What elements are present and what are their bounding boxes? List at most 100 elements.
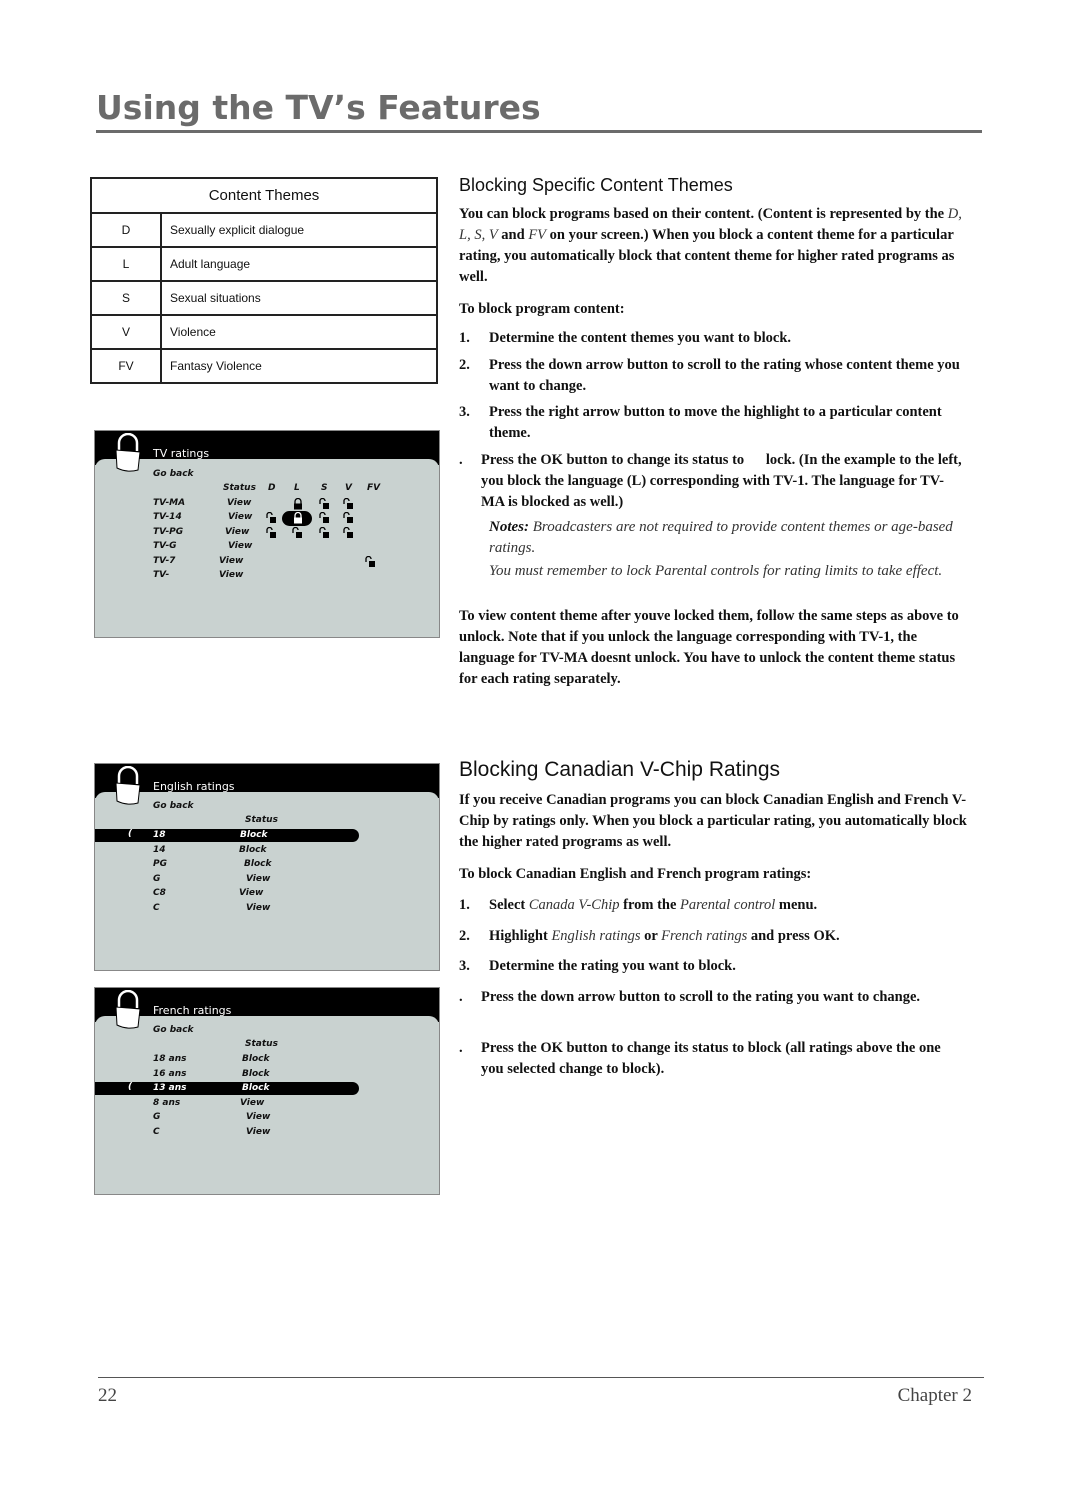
- status-header: Status: [245, 815, 278, 825]
- locked-icon[interactable]: [292, 497, 304, 510]
- unlocked-icon[interactable]: [343, 497, 355, 510]
- rating-label[interactable]: C: [153, 1127, 160, 1137]
- rating-status[interactable]: Block: [240, 830, 267, 840]
- unlocked-icon[interactable]: [319, 497, 331, 510]
- rating-label[interactable]: TV-PG: [153, 527, 183, 537]
- theme-description: Sexual situations: [160, 280, 438, 316]
- rating-status[interactable]: View: [228, 512, 252, 522]
- step-item: . Press the OK button to change its statu…: [459, 450, 964, 513]
- section-intro: You can block programs based on their co…: [459, 204, 964, 288]
- rating-status[interactable]: Block: [242, 1069, 269, 1079]
- page-title: Using the TV’s Features: [96, 88, 541, 127]
- rating-status[interactable]: View: [225, 527, 249, 537]
- step-text: Press the OK button to change its status…: [481, 1040, 941, 1077]
- column-header: Status: [223, 483, 256, 493]
- section-canadian-vchip: Blocking Canadian V-Chip Ratings If you …: [459, 758, 967, 885]
- column-header: S: [321, 483, 328, 493]
- table-heading: Content Themes: [90, 177, 438, 214]
- rating-label[interactable]: TV-G: [153, 541, 177, 551]
- unlocked-icon[interactable]: [319, 526, 331, 539]
- rating-status[interactable]: Block: [242, 1054, 269, 1064]
- status-header: Status: [245, 1039, 278, 1049]
- chapter-label: Chapter 2: [897, 1385, 972, 1406]
- theme-description: Sexually explicit dialogue: [160, 212, 438, 248]
- rating-status[interactable]: Block: [242, 1083, 269, 1093]
- rating-status[interactable]: View: [240, 1098, 264, 1108]
- rating-label[interactable]: TV-7: [153, 556, 175, 566]
- step-text: Determine the rating you want to block.: [489, 958, 736, 974]
- rating-label[interactable]: 18 ans: [153, 1054, 187, 1064]
- rating-label[interactable]: TV-14: [153, 512, 182, 522]
- instruction-lead: To block program content:: [459, 301, 625, 317]
- rating-label[interactable]: G: [153, 874, 160, 884]
- step-item: . Press the down arrow button to scroll t…: [459, 987, 964, 1008]
- rating-status[interactable]: View: [239, 888, 263, 898]
- go-back-item[interactable]: Go back: [153, 469, 194, 479]
- table-row: L Adult language: [90, 246, 438, 282]
- section-intro: If you receive Canadian programs you can…: [459, 792, 967, 850]
- screen-body: [95, 459, 439, 637]
- go-back-item[interactable]: Go back: [153, 801, 194, 811]
- unlocked-icon[interactable]: [343, 526, 355, 539]
- tv-ratings-screen: TV ratings Go back Status D L S V FV TV-MA View…: [94, 430, 440, 638]
- step-number: .: [459, 452, 463, 468]
- column-header: FV: [367, 483, 381, 493]
- rating-status[interactable]: View: [246, 1127, 270, 1137]
- rating-status[interactable]: View: [227, 498, 251, 508]
- step-item: 2. Press the down arrow button to scroll …: [459, 355, 964, 397]
- padlock-icon: [115, 990, 141, 1029]
- rating-label[interactable]: 13 ans: [153, 1083, 187, 1093]
- unlocked-icon[interactable]: [365, 555, 377, 568]
- locked-icon[interactable]: [292, 512, 304, 524]
- step-number: 1.: [459, 330, 470, 346]
- screen-title: English ratings: [153, 780, 235, 793]
- rating-status[interactable]: View: [246, 903, 270, 913]
- rating-status[interactable]: View: [219, 570, 243, 580]
- rating-status[interactable]: Block: [244, 859, 271, 869]
- step-number: 3.: [459, 958, 470, 974]
- rating-label[interactable]: C: [153, 903, 160, 913]
- step-item: 1. Select Canada V-Chip from the Parental…: [459, 895, 964, 916]
- rating-status[interactable]: View: [246, 874, 270, 884]
- go-back-item[interactable]: Go back: [153, 1025, 194, 1035]
- step-number: 2.: [459, 928, 470, 944]
- unlocked-icon[interactable]: [319, 512, 331, 524]
- rating-label[interactable]: TV-MA: [153, 498, 185, 508]
- column-header: L: [294, 483, 300, 493]
- rating-label[interactable]: 16 ans: [153, 1069, 187, 1079]
- rating-label[interactable]: C8: [153, 888, 166, 898]
- rating-status[interactable]: Block: [239, 845, 266, 855]
- note-text: You must remember to lock Parental contr…: [489, 563, 943, 579]
- theme-description: Fantasy Violence: [160, 348, 438, 384]
- section-heading: Blocking Specific Content Themes: [459, 175, 733, 195]
- notes-label: Notes:: [489, 519, 529, 535]
- unlocked-icon[interactable]: [266, 512, 278, 524]
- rating-label[interactable]: 8 ans: [153, 1098, 180, 1108]
- rating-label[interactable]: TV-: [153, 570, 169, 580]
- rating-status[interactable]: View: [246, 1112, 270, 1122]
- selection-highlight[interactable]: [95, 1082, 359, 1096]
- step-item: 2. Highlight English ratings or French ra…: [459, 926, 964, 947]
- rating-label[interactable]: 14: [153, 845, 166, 855]
- page-number: 22: [98, 1385, 117, 1406]
- step-text: Press the OK button to change its status…: [481, 452, 962, 510]
- padlock-icon: [115, 766, 141, 805]
- unlocked-icon[interactable]: [266, 526, 278, 539]
- rating-status[interactable]: View: [228, 541, 252, 551]
- selection-highlight[interactable]: [95, 829, 359, 842]
- footer-rule: [98, 1377, 984, 1378]
- step-text: Determine the content themes you want to…: [489, 330, 792, 346]
- rating-label[interactable]: G: [153, 1112, 160, 1122]
- unlocked-icon[interactable]: [292, 526, 304, 539]
- step-text: Highlight English ratings or French rati…: [489, 928, 840, 944]
- screen-title: TV ratings: [153, 447, 210, 460]
- step-text: Press the right arrow button to move the…: [489, 404, 942, 441]
- rating-label[interactable]: PG: [153, 859, 167, 869]
- section-content-themes: Blocking Specific Content Themes You can…: [459, 175, 964, 320]
- rating-label[interactable]: 18: [153, 830, 166, 840]
- table-row: FV Fantasy Violence: [90, 348, 438, 384]
- padlock-icon: [115, 433, 141, 472]
- rating-status[interactable]: View: [219, 556, 243, 566]
- unlocked-icon[interactable]: [343, 512, 355, 524]
- table-row: V Violence: [90, 314, 438, 350]
